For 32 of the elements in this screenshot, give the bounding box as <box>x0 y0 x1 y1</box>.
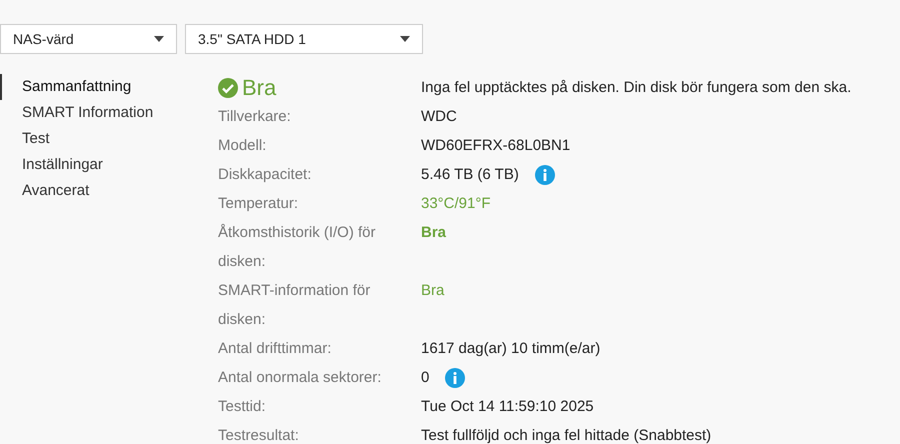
field-value: Bra <box>421 223 446 243</box>
field-label: Antal drifttimmar: <box>218 339 332 359</box>
field-label: Testresultat: <box>218 426 300 444</box>
field-label: SMART-information för disken: <box>218 281 372 330</box>
field-value: WDC <box>421 107 457 127</box>
nav-item[interactable]: SMART Information <box>0 100 218 126</box>
nav-item[interactable]: Inställningar <box>0 152 218 178</box>
nav-item[interactable]: Avancerat <box>0 178 218 204</box>
field-label: Antal onormala sektorer: <box>218 368 382 388</box>
field-value: Bra <box>421 281 444 301</box>
field-label: Åtkomsthistorik (I/O) för disken: <box>218 222 377 272</box>
info-icon[interactable] <box>534 164 555 184</box>
field-value: 5.46 TB (6 TB) <box>421 165 519 185</box>
field-value: WD60EFRX-68L0BN1 <box>421 136 570 156</box>
dropdown[interactable]: 3.5" SATA HDD 1 <box>185 24 423 54</box>
field-value: Test fullföljd och inga fel hittade (Snabbtest) <box>421 426 712 444</box>
field-label: Modell: <box>218 136 268 156</box>
status-label: Bra <box>242 77 276 99</box>
field-value: 33°C/91°F <box>421 194 491 214</box>
field-label: Testtid: <box>218 397 267 417</box>
dropdown[interactable]: NAS-värd <box>0 24 177 54</box>
nav-item[interactable]: Test <box>0 126 218 152</box>
caret-icon <box>154 36 164 42</box>
status-message: Inga fel upptäcktes på disken. Din disk bör fungera som den ska. <box>421 78 852 98</box>
field-value: Tue Oct 14 11:59:10 2025 <box>421 397 594 417</box>
field-value: 1617 dag(ar) 10 timm(e/ar) <box>421 339 600 359</box>
field-label: Tillverkare: <box>218 107 292 127</box>
field-label: Diskkapacitet: <box>218 165 312 185</box>
caret-icon <box>400 36 410 42</box>
info-icon[interactable] <box>445 368 466 388</box>
field-label: Temperatur: <box>218 194 300 214</box>
field-value: 0 <box>421 368 430 388</box>
